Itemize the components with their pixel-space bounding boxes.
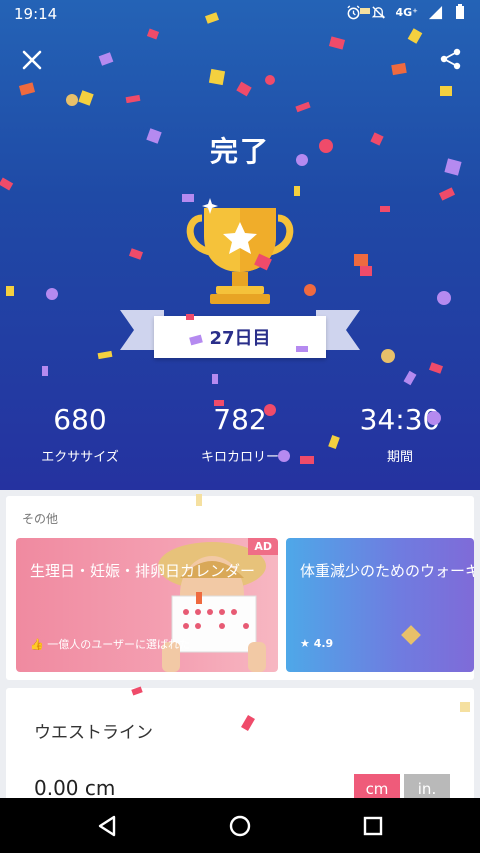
waistline-value[interactable]: 0.00 cm [34,776,115,800]
promo-card-walking[interactable]: 体重減少のためのウォーキング ★ 4.9 [286,538,474,672]
waistline-card: ウエストライン 0.00 cm cm in. [6,688,474,808]
home-nav-icon[interactable] [225,811,255,841]
thumbs-up-icon: 👍 [30,638,44,651]
system-nav-bar [0,798,480,853]
waistline-title: ウエストライン [34,723,153,743]
share-button[interactable] [438,46,464,72]
stat-calories: 782 キロカロリー [160,400,320,465]
promo-rating: ★ 4.9 [300,637,333,650]
close-icon [22,50,42,70]
stat-duration: 34:30 期間 [320,400,480,465]
trophy-icon [186,198,294,304]
rating-value: 4.9 [313,637,334,650]
battery-icon [452,4,468,20]
stat-label: 期間 [386,450,413,465]
page-title: 完了 [209,135,270,168]
mute-icon [371,4,387,20]
recents-nav-icon[interactable] [358,811,388,841]
promo-subtitle-text: 一億人のユーザーに選ばれた [47,638,190,651]
stat-label: キロカロリー [200,450,279,465]
close-button[interactable] [18,46,46,74]
section-heading: その他 [22,512,59,526]
share-icon [440,48,461,70]
ad-badge: AD [248,538,278,555]
star-icon: ★ [300,637,310,650]
more-section-card: その他 生理日・妊娠・排卵日カレンダー 👍 一億人のユーザーに選ばれた AD 体… [6,496,474,680]
status-bar: 19:14 4G⁺ [0,0,480,28]
stat-value: 680 [53,403,107,436]
status-icons: 4G⁺ [346,4,469,20]
day-label: 27日目 [154,316,326,358]
stat-label: エクササイズ [41,450,119,465]
back-nav-icon[interactable] [92,811,122,841]
completion-hero: 19:14 4G⁺ 完了 27日目 680 エクササイズ 782 キロカロリー … [0,0,480,490]
stat-value: 782 [213,403,267,436]
promo-card-period-calendar[interactable]: 生理日・妊娠・排卵日カレンダー 👍 一億人のユーザーに選ばれた AD [16,538,278,672]
network-type: 4G⁺ [395,5,419,19]
promo-subtitle: 👍 一億人のユーザーに選ばれた [30,636,190,652]
promo-title: 生理日・妊娠・排卵日カレンダー [30,562,256,580]
signal-icon [427,4,443,20]
status-time: 19:14 [14,5,58,23]
stat-exercises: 680 エクササイズ [0,400,160,465]
stat-value: 34:30 [359,403,441,436]
alarm-icon [346,4,362,20]
promo-title: 体重減少のためのウォーキング [300,562,474,580]
stats-row: 680 エクササイズ 782 キロカロリー 34:30 期間 [0,400,480,470]
